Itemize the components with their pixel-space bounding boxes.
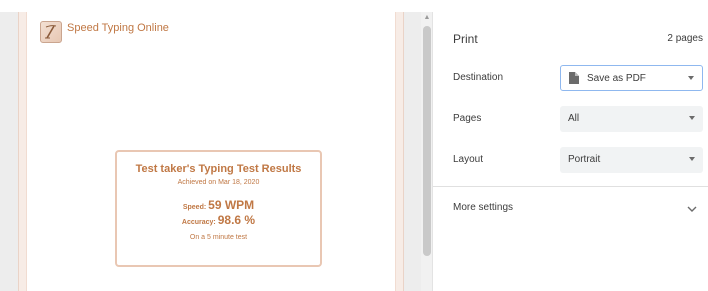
divider <box>433 186 708 187</box>
accuracy-row: Accuracy: 98.6 % <box>117 213 320 227</box>
certificate-date: Achieved on Mar 18, 2020 <box>177 179 260 186</box>
speed-label: Speed: <box>182 204 207 211</box>
scroll-up-arrow-icon[interactable]: ▲ <box>423 14 431 22</box>
chevron-down-icon[interactable] <box>687 200 697 218</box>
more-settings-toggle[interactable]: More settings <box>453 202 513 213</box>
chevron-down-icon <box>688 76 694 80</box>
destination-label: Destination <box>453 72 504 83</box>
preview-page-content: Speed Typing Online Test taker's Typing … <box>26 12 396 291</box>
test-duration: On a 5 minute test <box>189 234 248 241</box>
preview-page: Speed Typing Online Test taker's Typing … <box>18 12 404 291</box>
pages-label: Pages <box>453 113 482 124</box>
results-certificate: Test taker's Typing Test Results Achieve… <box>115 150 322 267</box>
layout-value: Portrait <box>568 154 601 165</box>
site-logo-icon <box>40 21 62 43</box>
chevron-down-icon <box>689 157 695 161</box>
speed-value: 59 WPM <box>208 198 255 212</box>
destination-value: Save as PDF <box>587 73 646 84</box>
chevron-down-icon <box>689 116 695 120</box>
accuracy-label: Accuracy: <box>181 219 216 226</box>
speed-row: Speed: 59 WPM <box>117 198 320 212</box>
page-count: 2 pages <box>667 33 703 44</box>
top-strip <box>0 0 708 12</box>
pages-value: All <box>568 113 580 124</box>
pages-select[interactable]: All <box>560 106 703 132</box>
print-settings-panel: Print 2 pages Destination Save as PDF Pa… <box>432 12 708 291</box>
print-preview-area: Speed Typing Online Test taker's Typing … <box>0 12 432 291</box>
destination-select[interactable]: Save as PDF <box>560 65 703 91</box>
print-title: Print <box>453 32 478 46</box>
site-title: Speed Typing Online <box>67 22 169 34</box>
document-icon <box>569 72 579 87</box>
certificate-title: Test taker's Typing Test Results <box>135 163 302 175</box>
preview-scrollbar-thumb[interactable] <box>423 26 431 256</box>
accuracy-value: 98.6 % <box>217 213 256 227</box>
layout-select[interactable]: Portrait <box>560 147 703 173</box>
layout-label: Layout <box>453 154 484 165</box>
